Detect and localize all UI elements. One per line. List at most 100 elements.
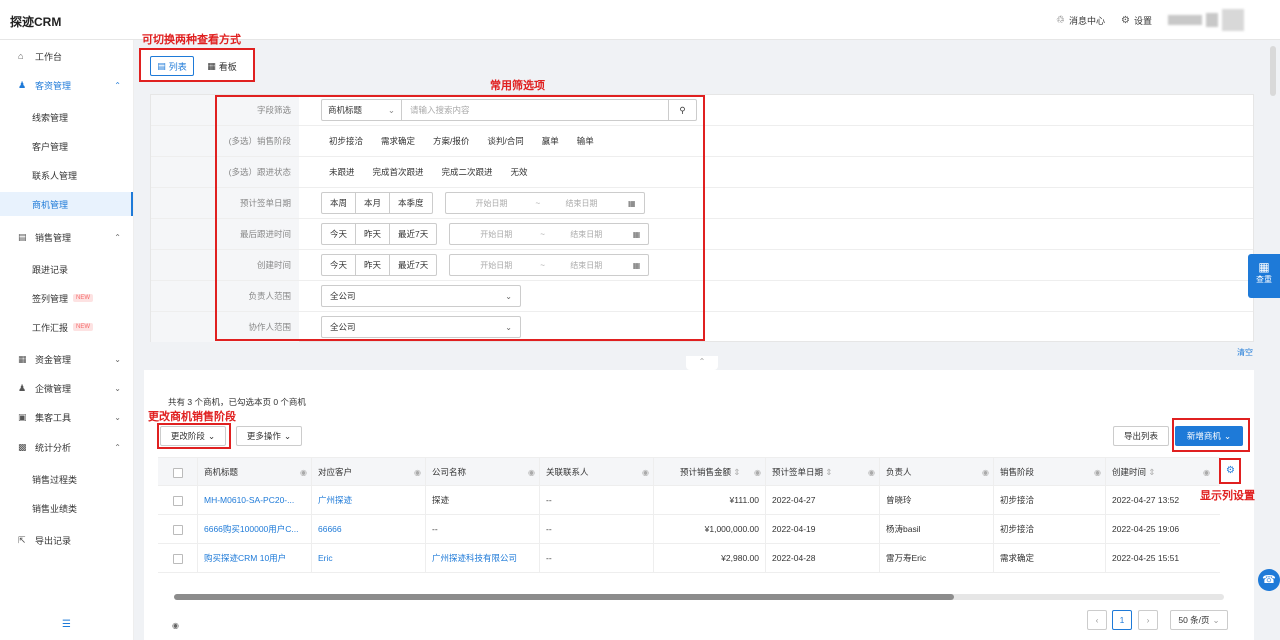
col-created[interactable]: 创建时间 ⇕ ◉ — [1106, 458, 1220, 487]
nav-sales-perf[interactable]: 销售业绩类 — [0, 496, 133, 520]
bell-icon: ♲ — [1056, 14, 1065, 26]
home-icon: ⌂ — [18, 51, 24, 61]
row-checkbox[interactable] — [158, 515, 198, 544]
prev-page-button[interactable]: ‹ — [1087, 610, 1107, 630]
cell-company[interactable]: 广州探迹科技有限公司 — [426, 544, 540, 573]
column-menu-icon: ◉ — [982, 468, 989, 477]
chevron-down-icon: ⌄ — [114, 383, 121, 393]
cell-title[interactable]: 购买探迹CRM 10用户 — [198, 544, 312, 573]
chevron-down-icon: ⌄ — [1212, 614, 1220, 625]
clear-filters-link[interactable]: 清空 — [1237, 347, 1253, 358]
annotation-filters: 常用筛选项 — [490, 80, 545, 92]
cell-created: 2022-04-25 15:51 — [1112, 553, 1180, 563]
table-horizontal-scrollbar[interactable] — [174, 594, 1224, 600]
cell-amount: ¥1,000,000.00 — [654, 515, 766, 544]
col-stage[interactable]: 销售阶段 ◉ — [994, 458, 1106, 487]
annotation-column-settings: 显示列设置 — [1200, 490, 1255, 502]
col-owner[interactable]: 负责人 ◉ — [880, 458, 994, 487]
column-menu-icon: ◉ — [414, 468, 421, 477]
table-header: 商机标题 ◉ 对应客户 ◉ 公司名称 ◉ 关联联系人 ◉ 预计销售金额 ⇕ ◉ 预计签单日… — [158, 457, 1220, 487]
collapse-menu-icon[interactable]: ☰ — [62, 619, 71, 630]
col-company[interactable]: 公司名称 ◉ — [426, 458, 540, 487]
page-scrollbar[interactable] — [1270, 46, 1276, 96]
nav-client-mgmt[interactable]: 客户管理 — [0, 134, 133, 158]
search-doc-icon: ▦ — [1258, 260, 1270, 274]
column-menu-icon: ◉ — [528, 468, 535, 477]
gear-icon: ⚙ — [1121, 14, 1130, 26]
nav-contract-mgmt[interactable]: 签列管理 NEW — [0, 286, 133, 310]
col-client[interactable]: 对应客户 ◉ — [312, 458, 426, 487]
cell-sign-date: 2022-04-27 — [766, 486, 880, 515]
column-menu-icon: ◉ — [868, 468, 875, 477]
more-actions-button[interactable]: 更多操作 ⌄ — [236, 426, 302, 446]
cell-owner: 杨涛basil — [880, 515, 994, 544]
chevron-up-icon: ⌃ — [698, 357, 706, 366]
nav-contact-mgmt[interactable]: 联系人管理 — [0, 163, 133, 187]
settings-link[interactable]: ⚙ 设置 — [1121, 14, 1152, 27]
table-row[interactable]: MH-M0610-SA-PC20-... 广州探迹 探迹 -- ¥111.00 … — [158, 486, 1220, 515]
nav-workbench[interactable]: ⌂ 工作台 — [0, 44, 133, 68]
chevron-up-icon: ⌃ — [114, 442, 121, 452]
scroll-thumb[interactable] — [174, 594, 954, 600]
cell-stage: 初步接洽 — [994, 515, 1106, 544]
nav-followup[interactable]: 跟进记录 — [0, 257, 133, 281]
chevron-up-icon: ⌃ — [114, 80, 121, 90]
export-list-button[interactable]: 导出列表 — [1113, 426, 1169, 446]
nav-lead-mgmt[interactable]: 线索管理 — [0, 105, 133, 129]
row-checkbox[interactable] — [158, 486, 198, 515]
column-menu-icon: ◉ — [1203, 468, 1210, 477]
table-row[interactable]: 6666购买100000用户C... 66666 -- -- ¥1,000,00… — [158, 515, 1220, 544]
chevron-left-icon: ‹ — [1095, 615, 1099, 625]
nav-opportunity-mgmt[interactable]: 商机管理 — [0, 192, 133, 216]
cell-client[interactable]: 66666 — [312, 515, 426, 544]
col-sign-date[interactable]: 预计签单日期 ⇕ ◉ — [766, 458, 880, 487]
col-amount[interactable]: 预计销售金额 ⇕ ◉ — [654, 458, 766, 487]
cell-sign-date: 2022-04-19 — [766, 515, 880, 544]
col-title[interactable]: 商机标题 ◉ — [198, 458, 312, 487]
duplicate-check-button[interactable]: ▦ 查重 — [1248, 254, 1280, 298]
chevron-down-icon: ⌄ — [114, 412, 121, 422]
nav-sales-mgmt[interactable]: ▤ 销售管理 ⌃ — [0, 225, 133, 249]
cell-title[interactable]: 6666购买100000用户C... — [198, 515, 312, 544]
help-float-button[interactable]: ☎ — [1258, 569, 1280, 591]
headset-icon: ☎ — [1262, 574, 1276, 586]
nav-marketing-tools[interactable]: ▣ 集客工具 ⌄ — [0, 405, 133, 429]
cell-client[interactable]: Eric — [312, 544, 426, 573]
cell-company: 探迹 — [426, 486, 540, 515]
messages-link[interactable]: ♲ 消息中心 — [1056, 14, 1105, 27]
page-number-button[interactable]: 1 — [1112, 610, 1132, 630]
nav-export-records[interactable]: ⇱ 导出记录 — [0, 528, 133, 552]
cell-title[interactable]: MH-M0610-SA-PC20-... — [198, 486, 312, 515]
cell-client[interactable]: 广州探迹 — [312, 486, 426, 515]
user-avatar[interactable] — [1168, 9, 1244, 31]
column-menu-icon: ◉ — [1094, 468, 1101, 477]
nav-fund-mgmt[interactable]: ▦ 资金管理 ⌄ — [0, 347, 133, 371]
chevron-down-icon: ⌄ — [114, 354, 121, 364]
users-icon: ♟ — [18, 382, 27, 393]
nav-stats[interactable]: ▩ 统计分析 ⌃ — [0, 435, 133, 459]
cell-created: 2022-04-25 19:06 — [1112, 524, 1180, 534]
next-page-button[interactable]: › — [1138, 610, 1158, 630]
sort-icon: ⇕ — [733, 467, 741, 477]
annotation-change-stage: 更改商机销售阶段 — [148, 411, 236, 423]
annotation-box-change-stage — [157, 423, 231, 449]
nav-sales-process[interactable]: 销售过程类 — [0, 467, 133, 491]
cell-contact: -- — [540, 544, 654, 573]
collapse-filter-toggle[interactable]: ⌃ — [686, 356, 718, 370]
col-contact[interactable]: 关联联系人 ◉ — [540, 458, 654, 487]
cell-contact: -- — [540, 486, 654, 515]
table-row[interactable]: 购买探迹CRM 10用户 Eric 广州探迹科技有限公司 -- ¥2,980.0… — [158, 544, 1220, 573]
bar-chart-icon: ▩ — [18, 441, 27, 452]
select-all-checkbox[interactable] — [158, 458, 198, 487]
page-size-select[interactable]: 50 条/页 ⌄ — [1170, 610, 1228, 630]
chevron-up-icon: ⌃ — [114, 232, 121, 242]
nav-wecom-mgmt[interactable]: ♟ 企微管理 ⌄ — [0, 376, 133, 400]
nav-work-report[interactable]: 工作汇报 NEW — [0, 315, 133, 339]
cell-owner: 曾晓玲 — [880, 486, 994, 515]
sort-icon: ⇕ — [1148, 467, 1156, 477]
row-checkbox[interactable] — [158, 544, 198, 573]
lock-icon[interactable]: ◉ — [172, 621, 179, 630]
column-menu-icon: ◉ — [300, 468, 307, 477]
nav-customer-mgmt[interactable]: ♟ 客资管理 ⌃ — [0, 73, 133, 97]
cell-amount: ¥2,980.00 — [654, 544, 766, 573]
